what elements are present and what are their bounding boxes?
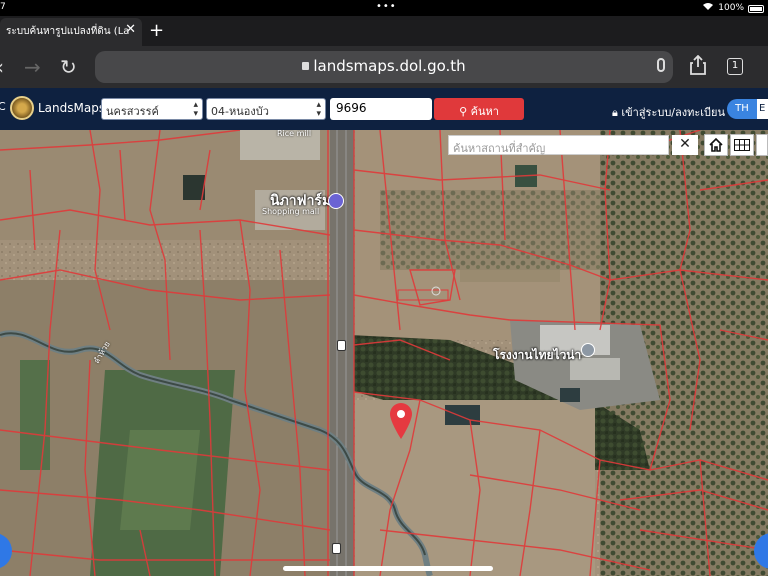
land-cover <box>0 130 768 576</box>
poi-search-input[interactable]: ค้นหาสถานที่สำคัญ <box>448 135 669 155</box>
lang-th-button[interactable]: TH <box>727 99 757 119</box>
new-tab-icon[interactable]: + <box>149 20 164 41</box>
app-name: LandsMaps <box>38 101 106 115</box>
multitask-dots[interactable]: ••• <box>376 1 397 12</box>
province-select[interactable]: นครสวรรค์ ▴ ▾ <box>101 98 203 120</box>
map-label-factory[interactable]: โรงงานไทยไวน่า <box>493 346 581 365</box>
wifi-icon <box>702 2 714 14</box>
home-indicator <box>283 566 493 571</box>
district-value: 04-หนองบัว <box>211 105 269 118</box>
lock-icon <box>302 62 310 70</box>
grid-layers-icon[interactable] <box>730 134 754 156</box>
landsmaps-logo <box>10 96 34 120</box>
tabs-overview-button[interactable]: 1 <box>727 58 743 75</box>
tab-title: ระบบค้นหารูปแปลงที่ดิน (La <box>6 26 130 37</box>
province-value: นครสวรรค์ <box>106 105 159 118</box>
microphone-icon[interactable] <box>657 58 665 72</box>
lock-icon: 🔒︎ <box>612 106 622 119</box>
browser-tab-bar: ระบบค้นหารูปแปลงที่ดิน (La ✕ + <box>0 16 768 46</box>
chevron-updown-icon: ▴ ▾ <box>193 100 198 119</box>
login-label: เข้าสู่ระบบ/ลงทะเบียน <box>621 106 725 119</box>
district-select[interactable]: 04-หนองบัว ▴ ▾ <box>206 98 326 120</box>
app-header: C LandsMaps นครสวรรค์ ▴ ▾ 04-หนองบัว ▴ ▾ 9… <box>0 88 768 130</box>
home-icon[interactable] <box>704 134 728 156</box>
status-right: 100% <box>702 2 764 14</box>
lang-en-button[interactable]: E <box>757 99 768 119</box>
map-label-shop-sub: Shopping mall <box>262 207 320 216</box>
search-button[interactable]: ⚲ ค้นหา <box>434 98 524 120</box>
reload-icon[interactable]: ↻ <box>60 55 77 79</box>
road-sign-icon <box>332 543 341 554</box>
status-time: 7 <box>0 2 6 12</box>
close-tab-icon[interactable]: ✕ <box>125 22 136 37</box>
back-icon[interactable]: ‹ <box>0 55 4 79</box>
factory-icon[interactable] <box>581 343 595 357</box>
screen: 7 ••• 100% ระบบค้นหารูปแปลงที่ดิน (La ✕ … <box>0 0 768 576</box>
share-icon[interactable] <box>689 54 707 75</box>
shopping-icon[interactable] <box>328 193 344 209</box>
browser-tab[interactable]: ระบบค้นหารูปแปลงที่ดิน (La ✕ <box>0 18 142 46</box>
url-text: landsmaps.dol.go.th <box>313 57 466 75</box>
road-sign-icon <box>337 340 346 351</box>
satellite-map[interactable] <box>0 130 768 576</box>
search-button-label: ค้นหา <box>470 105 499 118</box>
login-link[interactable]: 🔒︎ เข้าสู่ระบบ/ลงทะเบียน <box>612 103 725 121</box>
forward-icon[interactable]: → <box>24 55 41 79</box>
map-tool-icon[interactable] <box>756 134 768 156</box>
browser-address-bar: ‹ → ↻ landsmaps.dol.go.th 1 <box>0 46 768 88</box>
url-field[interactable]: landsmaps.dol.go.th <box>95 51 673 83</box>
parcel-location-marker[interactable] <box>389 402 413 440</box>
menu-icon[interactable]: C <box>0 100 6 113</box>
search-icon: ⚲ <box>459 105 471 118</box>
parcel-number-input[interactable]: 9696 <box>330 98 432 120</box>
status-bar: 7 ••• 100% <box>0 0 768 16</box>
map-view[interactable]: Rice mill นิภาฟาร์ม Shopping mall โรงงาน… <box>0 130 768 576</box>
map-label-rice-mill: Rice mill <box>277 130 312 138</box>
chevron-updown-icon: ▴ ▾ <box>316 100 321 119</box>
battery-percent: 100% <box>718 3 744 13</box>
clear-search-icon[interactable]: ✕ <box>672 135 698 155</box>
battery-icon <box>748 4 764 13</box>
